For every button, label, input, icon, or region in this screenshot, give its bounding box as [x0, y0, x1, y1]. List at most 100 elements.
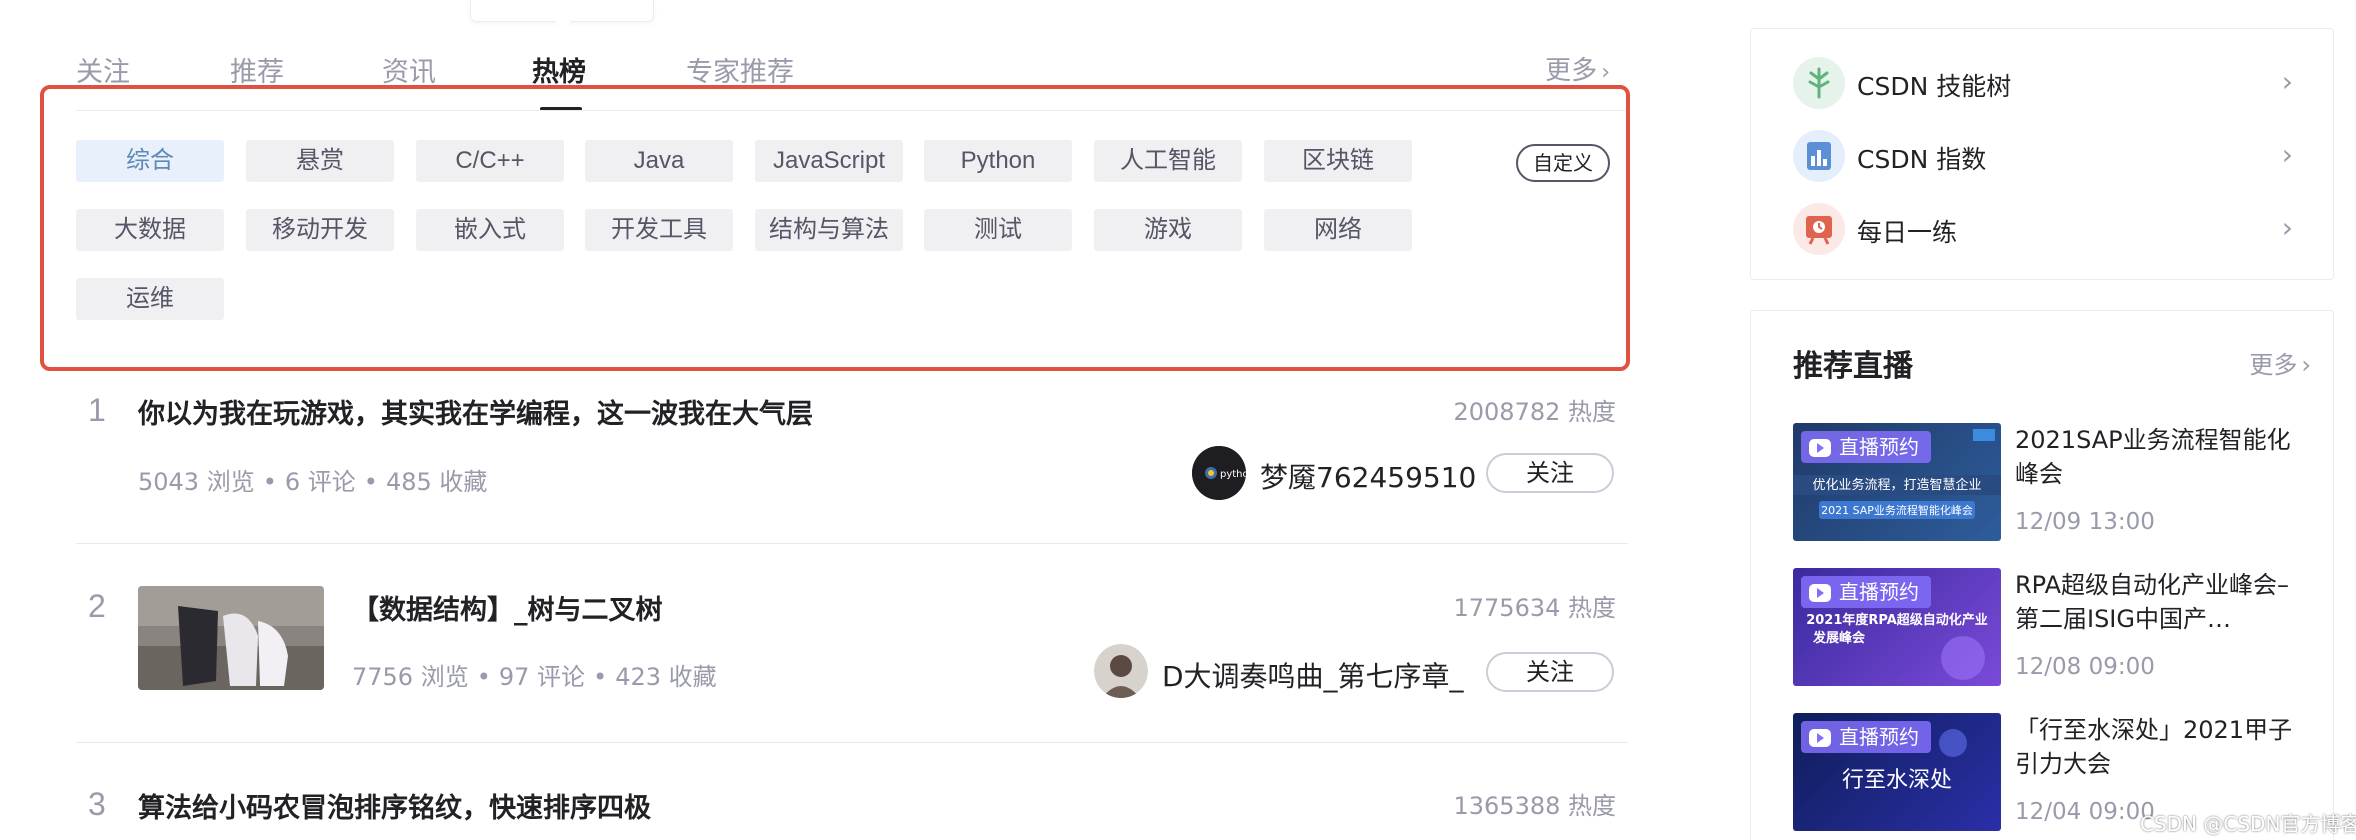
live-item[interactable]: 优化业务流程，打造智慧企业 2021 SAP业务流程智能化峰会 直播预约 202… — [1793, 423, 2313, 543]
author-photo — [1094, 644, 1148, 698]
badge-label: 直播预约 — [1839, 725, 1919, 749]
tree-icon — [1793, 57, 1845, 109]
customize-tags-button[interactable]: 自定义 — [1516, 144, 1610, 182]
live-more-link[interactable]: 更多 › — [2249, 345, 2311, 380]
author-name[interactable]: 梦魇762459510 — [1260, 456, 1476, 496]
tag-filter-algorithms[interactable]: 结构与算法 — [755, 209, 903, 251]
play-icon — [1809, 439, 1831, 457]
row-divider — [76, 742, 1628, 743]
live-reservation-badge: 直播预约 — [1801, 431, 1931, 463]
follow-button[interactable]: 关注 — [1486, 652, 1614, 692]
tag-filter-python[interactable]: Python — [924, 140, 1072, 182]
tag-filter-panel: 综合 悬赏 C/C++ Java JavaScript Python 人工智能 … — [40, 85, 1630, 371]
comment-count: 97 评论 — [498, 663, 586, 691]
chevron-right-icon: › — [2281, 65, 2293, 98]
live-poster: 优化业务流程，打造智慧企业 2021 SAP业务流程智能化峰会 直播预约 — [1793, 423, 2001, 541]
watermark: CSDN @CSDN官方博客 — [2140, 812, 2356, 836]
tag-filter-games[interactable]: 游戏 — [1094, 209, 1242, 251]
separator-dot: • — [476, 663, 491, 691]
sidebar-link-label: CSDN 指数 — [1857, 145, 1987, 174]
live-poster: 2021年度RPA超级自动化产业 发展峰会 直播预约 — [1793, 568, 2001, 686]
sidebar-link-index[interactable]: CSDN 指数 › — [1793, 130, 2293, 182]
sidebar-link-label: 每日一练 — [1857, 218, 1958, 247]
poster-text: 2021 SAP业务流程智能化峰会 — [1821, 503, 1973, 517]
live-section-title: 推荐直播 — [1793, 349, 1913, 384]
tag-filter-ops[interactable]: 运维 — [76, 278, 224, 320]
author-avatar[interactable] — [1094, 644, 1148, 698]
view-count: 7756 浏览 — [352, 663, 469, 691]
article-stats: 5043 浏览 • 6 评论 • 485 收藏 — [138, 462, 487, 497]
recommended-live-card: 推荐直播 更多 › 优化业务流程，打造智慧企业 2021 SAP业务流程智能化峰会… — [1750, 310, 2334, 840]
tag-filter-embedded[interactable]: 嵌入式 — [416, 209, 564, 251]
separator-dot: • — [363, 468, 378, 496]
comment-count: 6 评论 — [284, 468, 356, 496]
tag-filter-testing[interactable]: 测试 — [924, 209, 1072, 251]
poster-text: 优化业务流程，打造智慧企业 — [1812, 477, 1981, 493]
tag-filter-blockchain[interactable]: 区块链 — [1264, 140, 1412, 182]
tag-filter-javascript[interactable]: JavaScript — [755, 140, 903, 182]
tag-filter-mobile-dev[interactable]: 移动开发 — [246, 209, 394, 251]
favorite-count: 423 收藏 — [615, 663, 717, 691]
tab-expert-recommend[interactable]: 专家推荐 — [686, 50, 794, 89]
avatar-text: python — [1220, 469, 1246, 480]
tag-filter-network[interactable]: 网络 — [1264, 209, 1412, 251]
sidebar-link-daily-practice[interactable]: 每日一练 › — [1793, 203, 2293, 255]
live-reservation-badge: 直播预约 — [1801, 721, 1931, 753]
sidebar-link-skill-tree[interactable]: CSDN 技能树 › — [1793, 57, 2293, 109]
heat-row: 1365388 热度 — [76, 786, 1616, 826]
live-title: 2021SAP业务流程智能化峰会 — [2015, 426, 2291, 488]
live-time: 12/04 09:00 — [2015, 799, 2155, 825]
tooltip-fragment — [470, 0, 654, 29]
play-icon — [1809, 729, 1831, 747]
view-count: 5043 浏览 — [138, 468, 255, 496]
author-name[interactable]: D大调奏鸣曲_第七序章_ — [1162, 655, 1464, 695]
tag-filter-bounty[interactable]: 悬赏 — [246, 140, 394, 182]
heat-score: 1365388 热度 — [1453, 792, 1616, 820]
tag-filter-cpp[interactable]: C/C++ — [416, 140, 564, 182]
python-logo-icon: python — [1192, 446, 1246, 500]
play-icon — [1809, 584, 1831, 602]
heat-row: 2008782 热度 — [76, 392, 1616, 432]
tab-hot-list[interactable]: 热榜 — [532, 50, 586, 89]
clock-board-icon — [1793, 203, 1845, 255]
heat-score: 1775634 热度 — [1453, 594, 1616, 622]
separator-dot: • — [262, 468, 277, 496]
favorite-count: 485 收藏 — [385, 468, 488, 496]
poster-text: 行至水深处 — [1842, 768, 1952, 793]
more-link-label: 更多 — [2249, 351, 2298, 379]
tag-filter-dev-tools[interactable]: 开发工具 — [585, 209, 733, 251]
tab-news[interactable]: 资讯 — [382, 50, 436, 89]
badge-label: 直播预约 — [1839, 580, 1919, 604]
chevron-right-icon: › — [2281, 211, 2293, 244]
badge-label: 直播预约 — [1839, 435, 1919, 459]
tabs-more-link[interactable]: 更多 › — [1545, 50, 1610, 87]
chevron-right-icon: › — [1601, 60, 1610, 85]
live-reservation-badge: 直播预约 — [1801, 576, 1931, 608]
tab-follow[interactable]: 关注 — [76, 50, 130, 89]
live-poster: 行至水深处 直播预约 — [1793, 713, 2001, 831]
chevron-right-icon: › — [2301, 351, 2311, 379]
live-title: RPA超级自动化产业峰会–第二届ISIG中国产… — [2015, 571, 2290, 633]
tag-filter-all[interactable]: 综合 — [76, 140, 224, 182]
live-title: 「行至水深处」2021甲子引力大会 — [2015, 716, 2293, 778]
category-tabs: 关注 推荐 资讯 热榜 专家推荐 更多 › — [76, 50, 1626, 90]
tag-filter-ai[interactable]: 人工智能 — [1094, 140, 1242, 182]
chevron-right-icon: › — [2281, 138, 2293, 171]
author-avatar[interactable]: python — [1192, 446, 1246, 500]
heat-row: 1775634 热度 — [76, 588, 1616, 628]
more-link-label: 更多 — [1545, 56, 1598, 86]
sidebar-links-card: CSDN 技能树 › CSDN 指数 › 每日一练 › — [1750, 28, 2334, 280]
tag-filter-java[interactable]: Java — [585, 140, 733, 182]
live-item[interactable]: 2021年度RPA超级自动化产业 发展峰会 直播预约 RPA超级自动化产业峰会–… — [1793, 568, 2313, 688]
article-stats: 7756 浏览 • 97 评论 • 423 收藏 — [352, 657, 717, 692]
poster-text: 发展峰会 — [1812, 630, 1866, 646]
separator-dot: • — [593, 663, 608, 691]
heat-score: 2008782 热度 — [1453, 398, 1616, 426]
follow-button[interactable]: 关注 — [1486, 453, 1614, 493]
tag-filter-big-data[interactable]: 大数据 — [76, 209, 224, 251]
live-time: 12/09 13:00 — [2015, 509, 2155, 535]
chart-index-icon — [1793, 130, 1845, 182]
sidebar-link-label: CSDN 技能树 — [1857, 72, 2012, 101]
poster-text: 2021年度RPA超级自动化产业 — [1806, 612, 1988, 628]
tab-recommend[interactable]: 推荐 — [230, 50, 284, 89]
